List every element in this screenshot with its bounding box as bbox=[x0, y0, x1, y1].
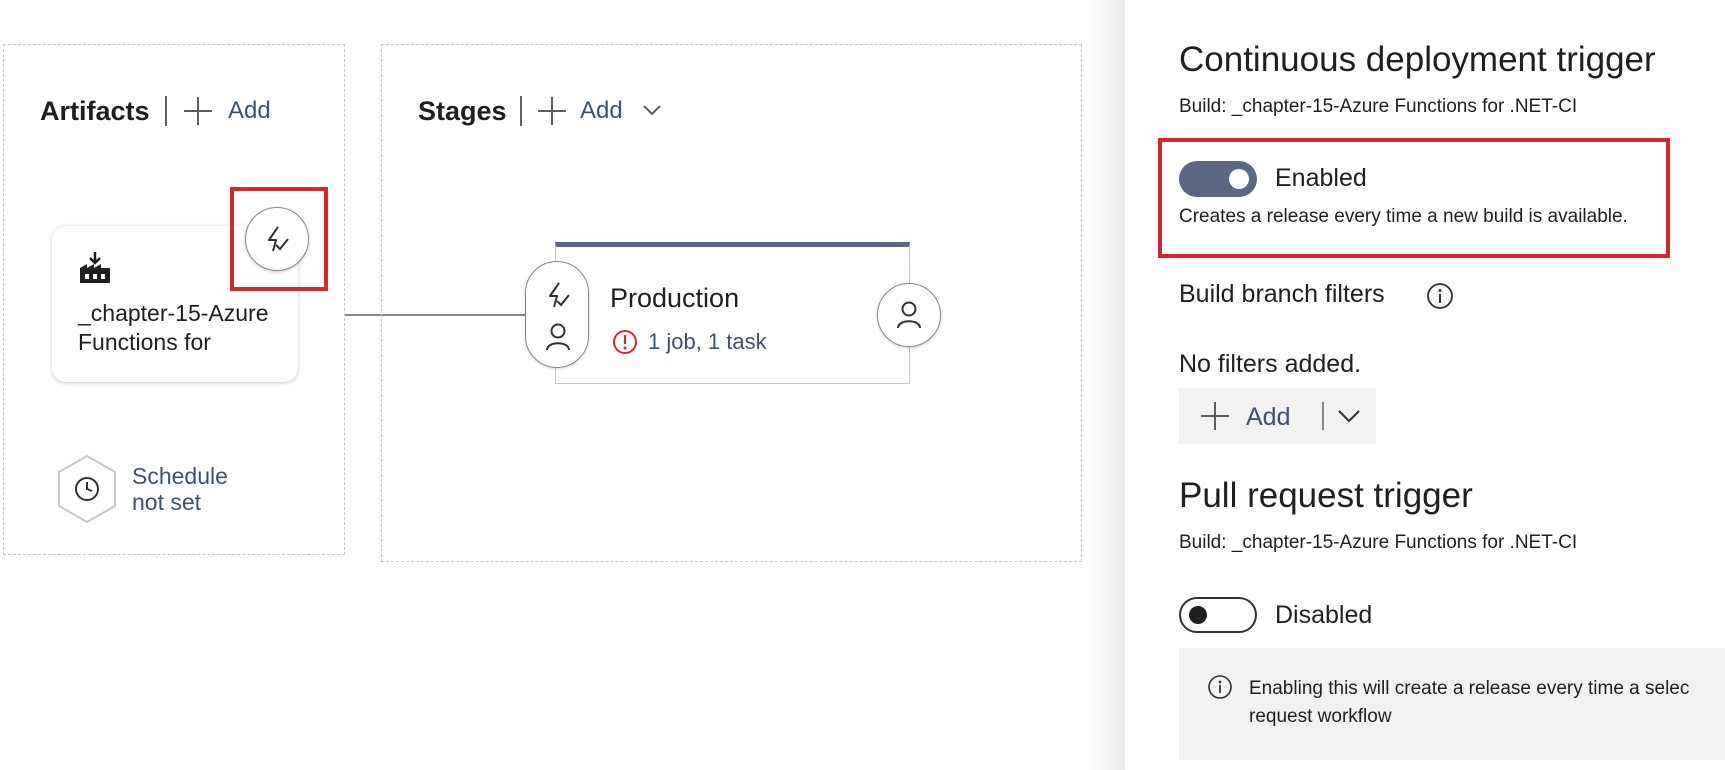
trigger-settings-panel: Continuous deployment trigger Build: _ch… bbox=[1125, 0, 1725, 770]
stage-name: Production bbox=[610, 283, 740, 313]
artifacts-title: Artifacts bbox=[40, 96, 150, 126]
pr-build-name: Build: _chapter-15-Azure Functions for .… bbox=[1179, 532, 1578, 553]
branch-filters-label: Build branch filters bbox=[1179, 280, 1385, 308]
chevron-down-icon bbox=[643, 105, 661, 116]
artifacts-add-label: Add bbox=[228, 97, 271, 124]
cd-build-name: Build: _chapter-15-Azure Functions for .… bbox=[1179, 96, 1578, 117]
schedule-label-line1[interactable]: Schedule bbox=[132, 463, 228, 489]
stages-title: Stages bbox=[418, 96, 507, 126]
stage-card[interactable]: Production 1 job, 1 task bbox=[555, 242, 910, 384]
info-icon bbox=[1208, 675, 1232, 699]
pr-trigger-title: Pull request trigger bbox=[1179, 476, 1473, 515]
schedule-hexagon-icon[interactable] bbox=[56, 454, 118, 524]
chevron-down-icon[interactable] bbox=[1337, 408, 1361, 424]
artifact-name: _chapter-15-Azure Functions for bbox=[78, 300, 269, 355]
cd-toggle-highlight bbox=[1158, 138, 1670, 258]
plus-icon bbox=[184, 97, 212, 125]
toggle-knob bbox=[1189, 606, 1207, 624]
pr-disabled-toggle[interactable] bbox=[1179, 597, 1257, 633]
pr-info-line2: request workflow bbox=[1249, 706, 1392, 727]
cd-description: Creates a release every time a new build… bbox=[1179, 206, 1628, 227]
error-icon bbox=[613, 330, 637, 354]
pre-deployment-conditions[interactable] bbox=[525, 261, 589, 368]
post-deployment-conditions[interactable] bbox=[877, 283, 941, 347]
person-icon bbox=[546, 323, 570, 351]
artifact-trigger-button[interactable] bbox=[245, 207, 309, 271]
toggle-knob bbox=[1229, 169, 1249, 189]
add-filter-label: Add bbox=[1246, 403, 1291, 431]
person-icon bbox=[897, 301, 921, 329]
panel-shadow bbox=[1085, 0, 1125, 770]
lightning-check-icon bbox=[549, 282, 570, 308]
build-artifact-icon bbox=[80, 252, 110, 283]
artifacts-divider bbox=[165, 96, 167, 126]
info-icon[interactable] bbox=[1426, 282, 1454, 310]
plus-icon bbox=[538, 97, 566, 125]
cd-enabled-toggle[interactable] bbox=[1179, 161, 1257, 197]
cd-trigger-title: Continuous deployment trigger bbox=[1179, 40, 1656, 79]
pr-toggle-label: Disabled bbox=[1275, 601, 1373, 629]
stage-status[interactable]: 1 job, 1 task bbox=[648, 329, 767, 355]
cd-toggle-label: Enabled bbox=[1275, 164, 1367, 192]
stages-add-button[interactable]: Add bbox=[538, 96, 668, 128]
add-filter-split-button[interactable]: Add bbox=[1179, 388, 1376, 444]
pr-info-line1: Enabling this will create a release ever… bbox=[1249, 678, 1690, 699]
split-divider bbox=[1322, 402, 1324, 430]
plus-icon bbox=[1201, 402, 1229, 430]
no-filters-text: No filters added. bbox=[1179, 350, 1362, 378]
artifacts-add-button[interactable]: Add bbox=[184, 96, 284, 128]
schedule-label-line2[interactable]: not set bbox=[132, 489, 201, 515]
lightning-check-icon bbox=[268, 226, 289, 252]
pr-info-message: Enabling this will create a release ever… bbox=[1179, 648, 1725, 760]
stages-add-label: Add bbox=[580, 97, 623, 124]
stages-divider bbox=[520, 96, 522, 126]
